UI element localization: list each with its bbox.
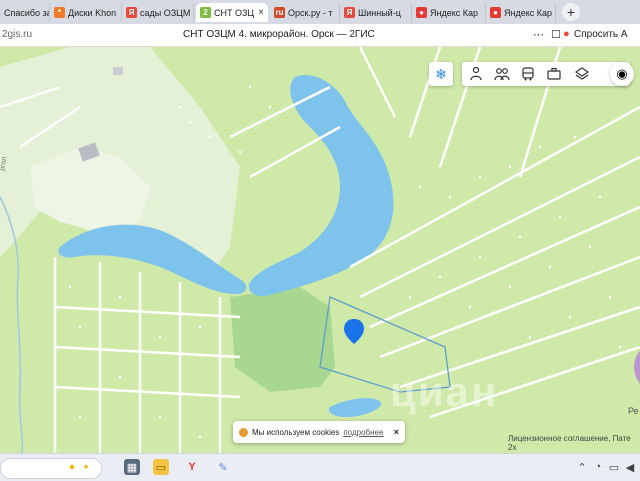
cookie-banner: Мы используем cookies подробнее × <box>233 421 405 443</box>
favicon-icon: 2 <box>200 7 211 18</box>
briefcase-icon[interactable] <box>545 65 563 83</box>
browser-tab-active[interactable]: 2 СНТ ОЗЦ × <box>196 3 268 22</box>
license-link[interactable]: Лицензионное соглашение, Пате 2x <box>508 434 640 452</box>
browser-tab[interactable]: * Диски Khon <box>50 3 122 22</box>
browser-tab[interactable]: ● Яндекс Кар <box>486 3 556 22</box>
watermark-text: циан <box>390 368 499 415</box>
people-icon[interactable] <box>493 65 511 83</box>
bookmark-icon[interactable]: ☐ <box>551 28 561 41</box>
new-tab-button[interactable]: + <box>562 3 580 21</box>
map-view[interactable]: ргол <box>0 47 640 453</box>
cookie-icon <box>239 427 248 437</box>
favicon-icon: Я <box>344 7 355 18</box>
address-bar[interactable]: 2gis.ru СНТ ОЗЦМ 4. микрорайон. Орск — 2… <box>0 24 640 47</box>
favicon-icon: Я <box>126 7 137 18</box>
map-toolbar <box>462 62 630 86</box>
calculator-icon[interactable]: ▦ <box>124 459 140 475</box>
os-taskbar: ✦ ✦ ▦ ▭ Y ✎ ⌃ ◔ ▭ ◀ <box>0 453 640 481</box>
place-label: Ре <box>628 406 639 416</box>
yandex-browser-icon[interactable]: Y <box>184 459 200 475</box>
ask-button[interactable]: Спросить А <box>574 29 628 40</box>
person-icon[interactable] <box>467 65 485 83</box>
sparkle-icon: ✦ <box>82 461 90 472</box>
profile-icon[interactable]: ◉ <box>610 62 634 86</box>
chevron-up-icon[interactable]: ⌃ <box>574 459 590 475</box>
close-icon[interactable]: × <box>258 7 268 18</box>
favicon-icon: ru <box>274 7 285 18</box>
assistant-icon[interactable]: ● <box>563 28 570 40</box>
map-canvas[interactable]: ргол <box>0 47 640 453</box>
favicon-icon: ● <box>416 7 427 18</box>
display-icon[interactable]: ▭ <box>606 459 622 475</box>
network-icon[interactable]: ◔ <box>590 459 606 475</box>
cookie-text: Мы используем cookies <box>252 427 340 437</box>
file-explorer-icon[interactable]: ▭ <box>153 459 169 475</box>
snowflake-icon[interactable]: ❄ <box>429 62 453 86</box>
browser-tab-bar: Спасибо за * Диски Khon Я сады ОЗЦМ 2 СН… <box>0 0 640 24</box>
browser-tab[interactable]: Я Шинный-ц <box>340 3 412 22</box>
building <box>113 67 123 75</box>
paint-icon[interactable]: ✎ <box>215 459 231 475</box>
browser-tab[interactable]: Я сады ОЗЦМ <box>122 3 194 22</box>
browser-tab[interactable]: Спасибо за <box>0 3 50 22</box>
browser-tab[interactable]: ru Орск.ру - т <box>270 3 340 22</box>
page-title: СНТ ОЗЦМ 4. микрорайон. Орск — 2ГИС <box>183 29 375 40</box>
cookie-more-link[interactable]: подробнее <box>343 428 383 437</box>
layers-icon[interactable] <box>573 65 591 83</box>
more-icon[interactable]: ⋯ <box>533 28 544 41</box>
bus-icon[interactable] <box>519 65 537 83</box>
url-text[interactable]: 2gis.ru <box>2 29 32 40</box>
browser-tab[interactable]: ● Яндекс Кар <box>412 3 486 22</box>
close-icon[interactable]: × <box>394 427 405 437</box>
volume-icon[interactable]: ◀ <box>622 459 638 475</box>
favicon-icon: * <box>54 7 65 18</box>
favicon-icon: ● <box>490 7 501 18</box>
